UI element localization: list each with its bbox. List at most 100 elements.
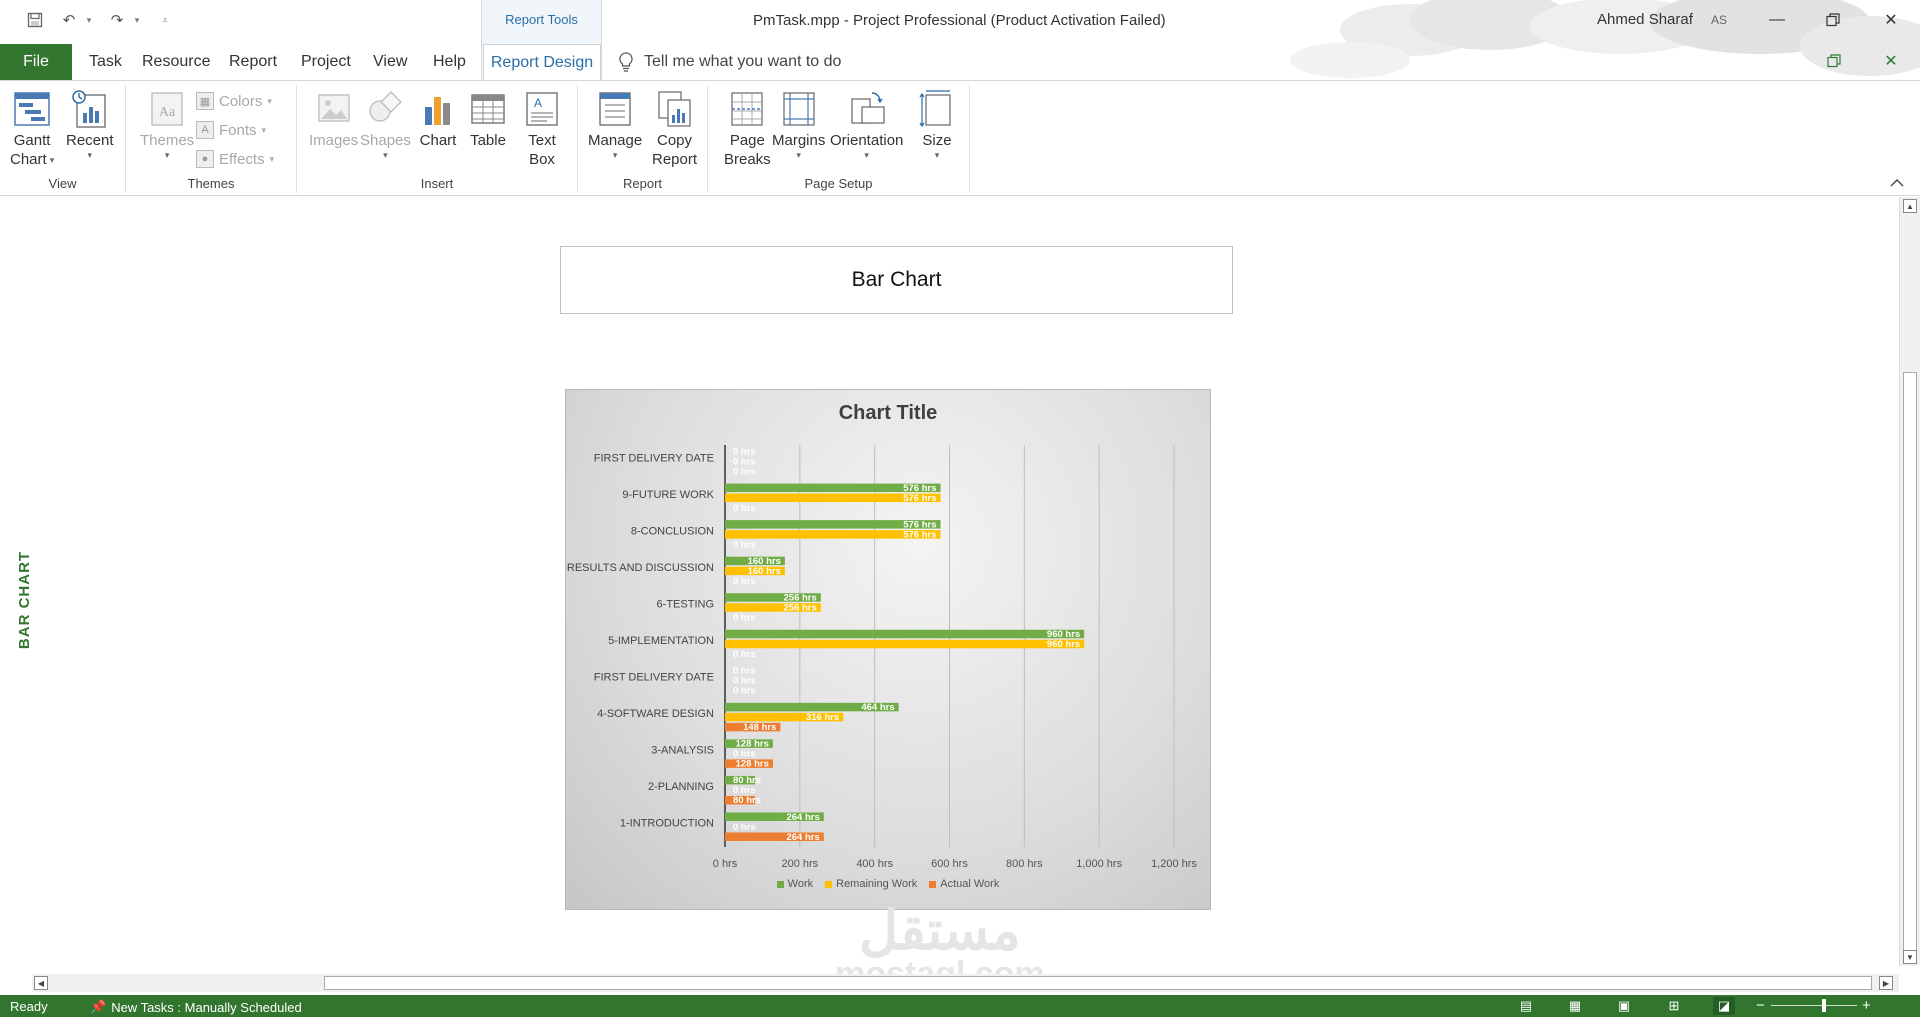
context-tab-label: Report Tools bbox=[505, 12, 578, 27]
chevron-down-icon: ▾ bbox=[796, 150, 801, 160]
close-icon[interactable]: ✕ bbox=[1863, 0, 1919, 40]
margins-button[interactable]: Margins ▾ bbox=[772, 89, 825, 160]
colors-button[interactable]: ▦ Colors ▾ bbox=[196, 89, 272, 113]
copy-report-button[interactable]: Copy Report bbox=[652, 89, 697, 169]
tab-help[interactable]: Help bbox=[431, 44, 468, 80]
chart-legend[interactable]: Work Remaining Work Actual Work bbox=[566, 878, 1210, 890]
report-title: Bar Chart bbox=[851, 268, 942, 291]
horizontal-scroll-thumb[interactable] bbox=[324, 976, 1872, 990]
zoom-slider-knob[interactable] bbox=[1822, 999, 1826, 1012]
tab-project[interactable]: Project bbox=[299, 44, 353, 80]
customize-qat-icon[interactable]: ⩡ bbox=[154, 9, 176, 31]
minimize-icon[interactable]: — bbox=[1749, 0, 1805, 40]
group-label-report: Report bbox=[622, 176, 663, 191]
group-label-insert: Insert bbox=[420, 176, 454, 191]
effects-button[interactable]: ● Effects ▾ bbox=[196, 147, 274, 171]
shapes-button[interactable]: Shapes ▾ bbox=[360, 89, 411, 160]
undo-icon[interactable]: ↶ bbox=[58, 9, 80, 31]
category-label: 6-TESTING bbox=[657, 598, 714, 610]
legend-item[interactable]: Actual Work bbox=[929, 878, 999, 890]
avatar[interactable]: AS bbox=[1706, 9, 1732, 31]
fonts-label: Fonts bbox=[219, 121, 257, 139]
size-label: Size bbox=[922, 132, 952, 149]
legend-label: Remaining Work bbox=[836, 878, 918, 890]
recent-report-icon bbox=[72, 90, 106, 128]
data-label: 464 hrs bbox=[861, 702, 894, 713]
images-button[interactable]: Images bbox=[309, 89, 358, 150]
themes-button[interactable]: Aa Themes ▾ bbox=[140, 89, 194, 160]
legend-swatch bbox=[825, 880, 833, 888]
x-tick-label: 600 hrs bbox=[931, 858, 968, 870]
tab-report[interactable]: Report bbox=[227, 44, 279, 80]
resource-sheet-view-icon[interactable]: ⊞ bbox=[1663, 997, 1685, 1015]
tab-view[interactable]: View bbox=[371, 44, 409, 80]
category-label: 3-ANALYSIS bbox=[651, 745, 714, 757]
new-tasks-mode[interactable]: 📌 New Tasks : Manually Scheduled bbox=[90, 999, 302, 1015]
collapse-ribbon-icon[interactable] bbox=[1888, 174, 1906, 192]
scroll-right-icon[interactable]: ▶ bbox=[1879, 976, 1893, 990]
size-icon bbox=[919, 90, 951, 128]
new-tasks-label: New Tasks : Manually Scheduled bbox=[111, 999, 302, 1015]
data-label: 0 hrs bbox=[733, 503, 756, 514]
category-label: FIRST DELIVERY DATE bbox=[594, 672, 714, 684]
user-name[interactable]: Ahmed Sharaf bbox=[1597, 11, 1693, 28]
chevron-down-icon: ▾ bbox=[164, 150, 170, 160]
redo-dropdown-icon[interactable]: ▾ bbox=[126, 9, 148, 31]
orientation-icon bbox=[851, 92, 885, 124]
vertical-scroll-thumb[interactable] bbox=[1903, 372, 1917, 952]
table-icon bbox=[471, 94, 505, 124]
table-button[interactable]: Table bbox=[469, 89, 507, 150]
scroll-up-icon[interactable]: ▲ bbox=[1903, 199, 1917, 213]
text-box-button[interactable]: A Text Box bbox=[523, 89, 561, 169]
recent-button[interactable]: Recent ▾ bbox=[66, 89, 114, 160]
x-tick-label: 0 hrs bbox=[713, 858, 738, 870]
chevron-down-icon: ▾ bbox=[269, 153, 275, 164]
legend-item[interactable]: Work bbox=[776, 878, 813, 890]
page-breaks-button[interactable]: Page Breaks bbox=[724, 89, 771, 169]
ribbon-tabs: File Task Resource Report Project View H… bbox=[0, 42, 1920, 80]
chart-button[interactable]: Chart bbox=[419, 89, 457, 150]
colors-icon: ▦ bbox=[196, 92, 214, 110]
page-breaks-label-1: Page bbox=[729, 132, 765, 149]
horizontal-scrollbar[interactable]: ◀ ▶ bbox=[32, 974, 1899, 992]
fonts-button[interactable]: A Fonts ▾ bbox=[196, 118, 266, 142]
undo-dropdown-icon[interactable]: ▾ bbox=[78, 9, 100, 31]
zoom-in-icon[interactable]: + bbox=[1862, 997, 1871, 1014]
zoom-slider[interactable] bbox=[1771, 1005, 1857, 1006]
colors-label: Colors bbox=[219, 92, 263, 110]
category-label: 8-CONCLUSION bbox=[631, 525, 714, 537]
orientation-button[interactable]: Orientation ▾ bbox=[830, 89, 903, 160]
close-window-icon[interactable]: ✕ bbox=[1880, 50, 1902, 72]
tab-file[interactable]: File bbox=[0, 44, 72, 80]
gantt-view-icon[interactable]: ▤ bbox=[1515, 997, 1537, 1015]
scroll-down-icon[interactable]: ▼ bbox=[1903, 950, 1917, 964]
redo-icon[interactable]: ↷ bbox=[106, 9, 128, 31]
tab-task[interactable]: Task bbox=[87, 44, 124, 80]
bar-chart[interactable]: 0 hrs 200 hrs 400 hrs 600 hrs 800 hrs 1,000 h… bbox=[565, 389, 1211, 910]
copy-report-label-2: Report bbox=[652, 151, 698, 168]
restore-window-icon[interactable] bbox=[1823, 50, 1845, 72]
team-planner-view-icon[interactable]: ▣ bbox=[1613, 997, 1635, 1015]
task-usage-view-icon[interactable]: ▦ bbox=[1564, 997, 1586, 1015]
tell-me-search[interactable]: Tell me what you want to do bbox=[618, 44, 841, 80]
restore-icon[interactable] bbox=[1805, 0, 1861, 40]
scroll-left-icon[interactable]: ◀ bbox=[34, 976, 48, 990]
size-button[interactable]: Size ▾ bbox=[918, 89, 956, 160]
table-label: Table bbox=[470, 132, 506, 149]
tab-resource[interactable]: Resource bbox=[140, 44, 212, 80]
legend-swatch bbox=[776, 880, 784, 888]
report-view-icon[interactable]: ◪ bbox=[1713, 997, 1735, 1015]
gantt-chart-button[interactable]: Gantt Chart ▾ bbox=[10, 89, 54, 169]
category-label: 5-IMPLEMENTATION bbox=[608, 635, 714, 647]
tab-report-design[interactable]: Report Design bbox=[483, 44, 601, 80]
manage-button[interactable]: Manage ▾ bbox=[588, 89, 642, 160]
data-label: 576 hrs bbox=[903, 493, 936, 504]
data-label: 0 hrs bbox=[733, 649, 756, 660]
save-icon[interactable] bbox=[24, 9, 46, 31]
zoom-out-icon[interactable]: − bbox=[1756, 997, 1765, 1014]
chart-title[interactable]: Chart Title bbox=[566, 402, 1210, 425]
report-title-box[interactable]: Bar Chart bbox=[560, 246, 1233, 314]
legend-item[interactable]: Remaining Work bbox=[825, 878, 917, 890]
vertical-scrollbar[interactable]: ▲ ▼ bbox=[1899, 197, 1920, 966]
data-label: 148 hrs bbox=[743, 722, 776, 733]
